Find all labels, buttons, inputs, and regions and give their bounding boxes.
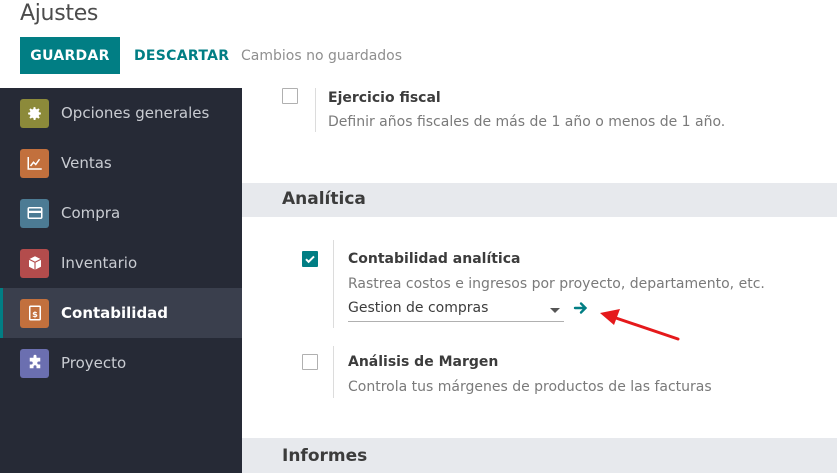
sidebar-item-general-settings[interactable]: Opciones generales: [0, 88, 242, 138]
sidebar-item-label: Ventas: [61, 154, 112, 172]
credit-card-icon: [20, 198, 49, 228]
sidebar-item-project[interactable]: Proyecto: [0, 338, 242, 388]
setting-divider: [315, 88, 316, 132]
settings-content: Ejercicio fiscal Definir años fiscales d…: [242, 88, 837, 473]
reports-section-header: Informes: [242, 438, 837, 473]
section-title: Analítica: [282, 189, 366, 209]
gear-icon: [20, 98, 49, 128]
sidebar-item-purchase[interactable]: Compra: [0, 188, 242, 238]
save-button[interactable]: GUARDAR: [20, 37, 120, 74]
annotation-arrow-icon: [600, 309, 680, 341]
analytic-accounting-description: Rastrea costos e ingresos por proyecto, …: [348, 276, 765, 292]
chevron-down-icon: [550, 308, 560, 313]
analytic-plan-select[interactable]: Gestion de compras: [348, 298, 564, 322]
box-icon: [20, 248, 49, 278]
sidebar-item-label: Proyecto: [61, 354, 127, 372]
sidebar-item-sales[interactable]: Ventas: [0, 138, 242, 188]
invoice-icon: $: [20, 298, 49, 328]
puzzle-icon: [20, 348, 49, 378]
control-panel: Ajustes GUARDAR DESCARTAR Cambios no gua…: [0, 0, 837, 88]
analytic-accounting-checkbox[interactable]: [302, 251, 318, 267]
chart-icon: [20, 148, 49, 178]
page-title: Ajustes: [20, 1, 99, 26]
arrow-right-icon[interactable]: [573, 300, 589, 316]
sidebar-item-label: Compra: [61, 204, 121, 222]
analytic-accounting-title: Contabilidad analítica: [348, 251, 521, 267]
sidebar-item-accounting[interactable]: $ Contabilidad: [0, 288, 242, 338]
setting-divider: [333, 346, 334, 398]
discard-button[interactable]: DESCARTAR: [128, 37, 235, 74]
fiscal-year-description: Definir años fiscales de más de 1 año o …: [328, 114, 726, 130]
analytics-section-header: Analítica: [242, 183, 837, 217]
unsaved-changes-status: Cambios no guardados: [241, 47, 403, 64]
sidebar-item-inventory[interactable]: Inventario: [0, 238, 242, 288]
svg-text:$: $: [32, 309, 38, 319]
sidebar-item-label: Opciones generales: [61, 104, 210, 122]
settings-sidebar: Opciones generales Ventas Compra Inventa…: [0, 88, 242, 473]
setting-divider: [333, 240, 334, 328]
check-icon: [305, 255, 315, 264]
sidebar-item-label: Inventario: [61, 254, 138, 272]
section-title: Informes: [282, 446, 368, 466]
analytic-plan-select-value: Gestion de compras: [348, 300, 489, 316]
margin-analysis-title: Análisis de Margen: [348, 354, 499, 370]
fiscal-year-checkbox[interactable]: [282, 88, 298, 104]
margin-analysis-checkbox[interactable]: [302, 354, 318, 370]
margin-analysis-description: Controla tus márgenes de productos de la…: [348, 379, 712, 395]
sidebar-item-label: Contabilidad: [61, 304, 169, 322]
fiscal-year-title: Ejercicio fiscal: [328, 90, 441, 106]
